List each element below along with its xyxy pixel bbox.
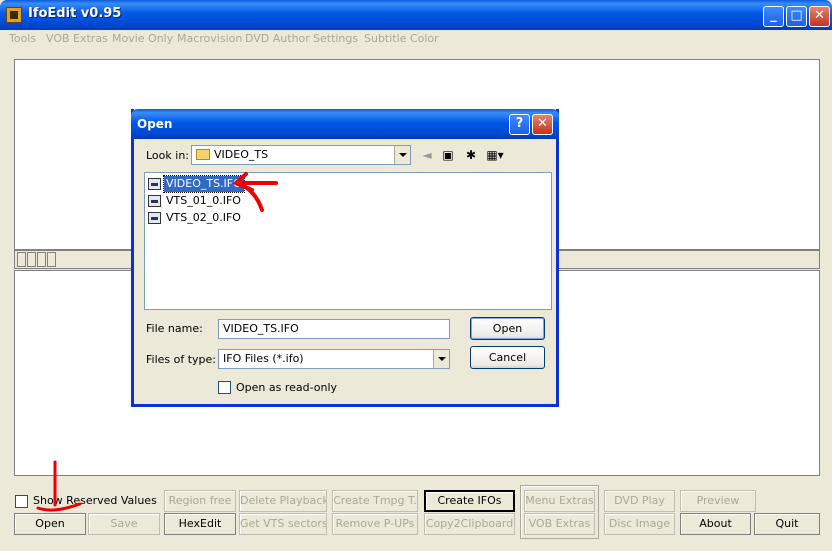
menu-extras-button[interactable]: Menu Extras [524,490,595,512]
ifo-file-icon [148,212,161,224]
show-reserved-label: Show Reserved Values [33,494,157,507]
read-only-label: Open as read-only [236,381,338,394]
dialog-close-button[interactable]: ✕ [532,114,553,135]
dialog-title: Open [137,117,173,131]
chevron-down-icon[interactable] [433,350,449,368]
open-button[interactable]: Open [14,513,86,535]
menu-tools[interactable]: Tools [9,32,36,45]
look-in-value: VIDEO_TS [214,148,269,161]
file-list[interactable]: VIDEO_TS.IFO VTS_01_0.IFO VTS_02_0.IFO [144,172,552,310]
chevron-down-icon[interactable] [394,146,410,164]
get-vts-sectors-button[interactable]: Get VTS sectors [239,513,327,535]
copy2clipboard-button[interactable]: Copy2Clipboard [424,513,515,535]
maximize-button[interactable]: □ [786,6,807,27]
disc-image-button[interactable]: Disc Image [604,513,675,535]
menu-dvd-author[interactable]: DVD Author [245,32,310,45]
region-free-button[interactable]: Region free [164,490,236,512]
about-button[interactable]: About [680,513,751,535]
files-of-type-value: IFO Files (*.ifo) [223,352,304,365]
file-name-label: File name: [146,322,203,335]
look-in-combo[interactable]: VIDEO_TS [191,145,411,165]
hexedit-button[interactable]: HexEdit [164,513,236,535]
new-folder-icon[interactable]: ✱ [462,147,480,163]
ifo-file-icon [148,195,161,207]
minimize-button[interactable]: _ [763,6,784,27]
create-tmpg-button[interactable]: Create Tmpg T. [332,490,418,512]
remove-pups-button[interactable]: Remove P-UPs [332,513,418,535]
back-arrow-icon[interactable]: ◄ [418,147,436,163]
create-ifos-button[interactable]: Create IFOs [424,490,515,512]
preview-button[interactable]: Preview [680,490,756,512]
open-dialog: Open ? ✕ Look in: VIDEO_TS ◄ ▣ ✱ ▦▾ VIDE… [131,109,559,407]
title-bar: IfoEdit v0.95 _ □ ✕ [0,0,832,30]
column-header[interactable] [17,252,26,267]
delete-playback-button[interactable]: Delete Playback [239,490,327,512]
save-button[interactable]: Save [88,513,160,535]
column-header[interactable] [27,252,36,267]
read-only-checkbox[interactable] [218,381,231,394]
show-reserved-checkbox[interactable] [15,495,28,508]
ifo-file-icon [148,178,161,190]
menu-vob-extras[interactable]: VOB Extras [46,32,108,45]
column-header[interactable] [37,252,46,267]
dialog-cancel-button[interactable]: Cancel [470,346,545,369]
menu-settings[interactable]: Settings [313,32,358,45]
folder-icon [196,149,210,160]
look-in-label: Look in: [146,149,189,162]
file-name-input[interactable]: VIDEO_TS.IFO [218,319,450,339]
dialog-title-bar: Open ? ✕ [131,109,559,139]
dvd-play-button[interactable]: DVD Play [604,490,675,512]
up-folder-icon[interactable]: ▣ [439,147,457,163]
close-button[interactable]: ✕ [809,6,830,27]
app-icon[interactable] [6,7,22,23]
file-name[interactable]: VIDEO_TS.IFO [163,175,245,193]
menu-subtitle-color[interactable]: Subtitle Color [364,32,439,45]
files-of-type-select[interactable]: IFO Files (*.ifo) [218,349,450,369]
window-title: IfoEdit v0.95 [28,6,122,21]
files-of-type-label: Files of type: [146,353,217,366]
quit-button[interactable]: Quit [754,513,820,535]
vob-extras-button[interactable]: VOB Extras [524,513,595,535]
file-name[interactable]: VTS_02_0.IFO [164,210,243,226]
menu-macrovision[interactable]: Macrovision [177,32,242,45]
menu-bar: Tools VOB Extras Movie Only Macrovision … [0,30,832,48]
view-menu-icon[interactable]: ▦▾ [486,147,504,163]
column-header[interactable] [47,252,56,267]
dialog-open-button[interactable]: Open [470,317,545,340]
dialog-help-button[interactable]: ? [509,114,530,135]
file-name[interactable]: VTS_01_0.IFO [164,193,243,209]
menu-movie-only[interactable]: Movie Only [112,32,173,45]
